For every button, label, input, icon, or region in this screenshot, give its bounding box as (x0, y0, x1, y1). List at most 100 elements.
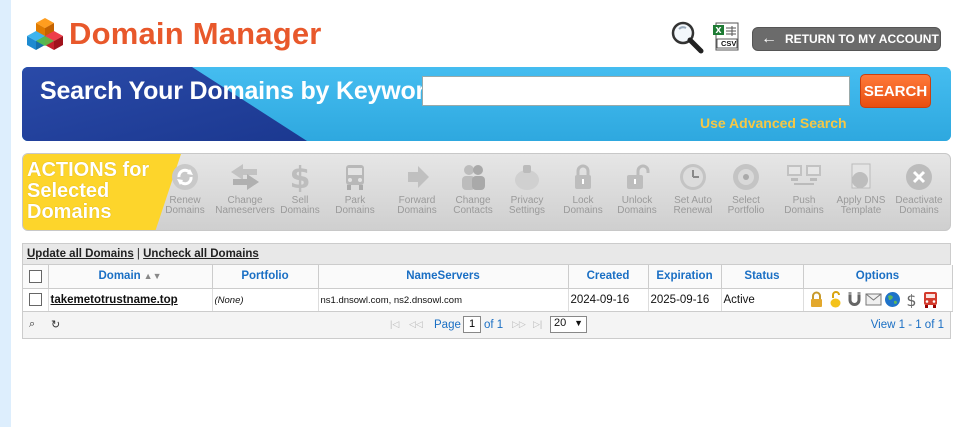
clock-icon (680, 164, 706, 190)
first-page-icon[interactable]: |◁ (390, 319, 399, 330)
forward-domains-action[interactable]: Forward Domains (387, 162, 447, 216)
portfolio-cell: (None) (212, 288, 319, 312)
action-label: Forward Domains (397, 195, 437, 216)
next-page-icon[interactable]: ▷▷ (512, 319, 526, 330)
deactivate-domains-action[interactable]: Deactivate Domains (889, 162, 949, 216)
actions-bar: ACTIONS for Selected Domains Renew Domai… (22, 153, 951, 231)
action-label: Privacy Settings (508, 195, 546, 216)
select-all-checkbox[interactable] (28, 269, 42, 283)
domains-table: Domain ▲▼ Portfolio NameServers Created E… (23, 265, 953, 312)
col-expiration[interactable]: Expiration (648, 265, 722, 289)
dollar-icon[interactable]: $ (903, 291, 920, 310)
rows-per-page-value: 20 (554, 316, 567, 329)
search-heading: Search Your Domains by Keyword (40, 77, 441, 105)
apply-dns-template-action[interactable]: Apply DNS Template (829, 162, 893, 216)
magnifier-search-icon[interactable] (670, 20, 704, 54)
privacy-icon (515, 165, 539, 190)
row-checkbox[interactable] (28, 293, 42, 306)
col-nameservers[interactable]: NameServers (318, 265, 569, 289)
action-label: Change Nameservers (215, 195, 275, 216)
actions-heading: ACTIONS for Selected Domains (27, 159, 150, 223)
page-number-input[interactable] (463, 315, 481, 333)
advanced-search-link[interactable]: Use Advanced Search (700, 115, 847, 131)
page-title: Domain Manager (69, 16, 322, 51)
contacts-icon (462, 165, 485, 190)
action-label: Set Auto Renewal (673, 195, 713, 216)
csv-label: CSV (721, 39, 737, 48)
row-select-cell (23, 288, 49, 312)
change-contacts-action[interactable]: Change Contacts (443, 162, 503, 216)
dns-template-icon (851, 163, 871, 189)
action-label: Apply DNS Template (836, 195, 886, 216)
email-icon[interactable] (865, 291, 882, 308)
grid-toolbar: Update all Domains | Uncheck all Domains (23, 244, 950, 265)
svg-text:X: X (715, 26, 722, 35)
return-to-account-button[interactable]: ← RETURN TO MY ACCOUNT (752, 27, 941, 51)
action-label: Sell Domains (280, 195, 320, 216)
col-domain-label: Domain (98, 270, 141, 283)
deactivate-icon (906, 164, 932, 190)
created-cell: 2024-09-16 (568, 288, 649, 312)
return-button-label: RETURN TO MY ACCOUNT (785, 32, 939, 46)
last-page-icon[interactable]: ▷| (533, 319, 542, 330)
rows-per-page-select[interactable]: 20 ▼ (550, 315, 587, 333)
keyword-search-input[interactable] (422, 76, 850, 106)
search-button[interactable]: SEARCH (860, 74, 931, 108)
action-label: Deactivate Domains (895, 195, 943, 216)
change-nameservers-action[interactable]: Change Nameservers (215, 162, 275, 216)
select-portfolio-action[interactable]: Select Portfolio (718, 162, 774, 216)
globe-icon[interactable] (884, 291, 901, 308)
table-row: takemetotrustname.top (None) ns1.dnsowl.… (23, 288, 953, 312)
park-domains-action[interactable]: Park Domains (325, 162, 385, 216)
col-portfolio[interactable]: Portfolio (212, 265, 319, 289)
col-options: Options (803, 265, 953, 289)
col-created[interactable]: Created (568, 265, 649, 289)
svg-text:$: $ (290, 162, 311, 192)
page-count-label: of 1 (484, 318, 504, 331)
page: Domain Manager X CSV ← RETURN TO MY ACCO… (11, 0, 973, 427)
action-label: Change Contacts (453, 195, 493, 216)
prev-page-icon[interactable]: ◁◁ (409, 319, 423, 330)
search-banner: Search Your Domains by Keyword SEARCH Us… (22, 67, 951, 141)
col-status[interactable]: Status (721, 265, 804, 289)
portfolio-value: (None) (214, 294, 244, 306)
domains-grid: Update all Domains | Uncheck all Domains… (22, 243, 953, 339)
change-nameservers-icon (231, 164, 259, 190)
action-label: Renew Domains (165, 195, 205, 216)
push-domains-action[interactable]: Push Domains (774, 162, 834, 216)
privacy-settings-action[interactable]: Privacy Settings (497, 162, 557, 216)
renew-icon (172, 164, 198, 190)
separator: | (136, 248, 140, 260)
sell-domains-action[interactable]: $ Sell Domains (275, 162, 325, 216)
set-auto-renewal-action[interactable]: Set Auto Renewal (663, 162, 723, 216)
renew-domains-action[interactable]: Renew Domains (155, 162, 215, 216)
uncheck-all-domains-link[interactable]: Uncheck all Domains (143, 248, 259, 260)
search-grid-icon[interactable]: ⌕ (29, 318, 35, 331)
park-icon[interactable] (922, 291, 939, 308)
unlock-domains-action[interactable]: Unlock Domains (607, 162, 667, 216)
expiration-cell: 2025-09-16 (648, 288, 722, 312)
unlock-icon (627, 164, 650, 189)
park-icon (346, 165, 364, 190)
update-all-domains-link[interactable]: Update all Domains (27, 248, 134, 260)
domain-link[interactable]: takemetotrustname.top (51, 294, 178, 306)
unlock-icon[interactable] (827, 291, 844, 308)
nameservers-cell: ns1.dnsowl.com, ns2.dnsowl.com (318, 288, 569, 312)
svg-text:$: $ (906, 291, 916, 308)
csv-export-icon[interactable]: X CSV (712, 22, 742, 52)
portfolio-icon (733, 164, 759, 190)
col-domain[interactable]: Domain ▲▼ (48, 265, 213, 289)
sort-icon: ▲▼ (143, 271, 162, 282)
lock-domains-action[interactable]: Lock Domains (553, 162, 613, 216)
action-label: Lock Domains (563, 195, 603, 216)
forward-arrow-icon (408, 166, 429, 188)
lock-icon[interactable] (808, 291, 825, 308)
status-cell: Active (721, 288, 804, 312)
magnet-icon[interactable] (846, 291, 863, 308)
refresh-icon[interactable]: ↻ (51, 318, 60, 331)
pager-bar: ⌕ ↻ |◁ ◁◁ Page of 1 ▷▷ ▷| 20 ▼ View 1 - … (23, 311, 950, 338)
page-label: Page (434, 318, 461, 331)
select-all-header (23, 265, 49, 289)
action-label: Select Portfolio (727, 195, 765, 216)
push-icon (787, 165, 821, 185)
